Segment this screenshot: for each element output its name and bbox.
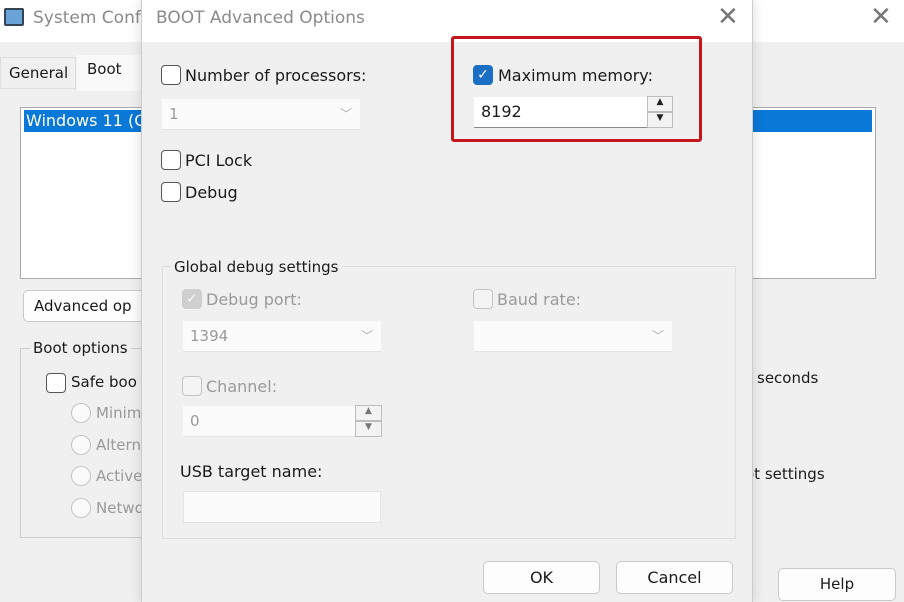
background-window-title: System Conf (33, 8, 141, 28)
dialog-title: BOOT Advanced Options (156, 8, 365, 28)
num-processors-label: Number of processors: (185, 66, 367, 85)
baud-rate-select[interactable]: ﹀ (474, 321, 672, 352)
boot-entry-label: Windows 11 (C (26, 111, 146, 130)
chevron-down-icon: ﹀ (651, 329, 664, 343)
max-memory-checkbox[interactable]: ✓ (473, 65, 493, 85)
debug-port-value: 1394 (190, 327, 229, 345)
baud-rate-label: Baud rate: (497, 290, 582, 309)
max-memory-up-button[interactable]: ▲ (647, 96, 673, 112)
debug-label: Debug (185, 183, 238, 202)
num-processors-checkbox[interactable] (161, 65, 181, 85)
radio-network-label: Netwo (96, 499, 144, 517)
pci-lock-label: PCI Lock (185, 151, 253, 170)
radio-alternate-label: Altern (96, 436, 141, 454)
radio-active-label: Active (96, 467, 143, 485)
channel-down-button[interactable]: ▼ (355, 421, 382, 437)
chevron-down-icon: ﹀ (339, 107, 352, 121)
channel-label: Channel: (206, 377, 278, 396)
seconds-label: seconds (757, 369, 819, 387)
system-config-icon (4, 8, 24, 26)
cancel-button[interactable]: Cancel (616, 561, 733, 594)
usb-target-input[interactable] (183, 491, 381, 523)
baud-rate-checkbox[interactable] (473, 289, 493, 309)
safe-boot-checkbox[interactable] (46, 373, 66, 393)
debug-checkbox[interactable] (161, 182, 181, 202)
radio-alternate[interactable] (71, 435, 91, 455)
background-close-icon[interactable]: ✕ (870, 2, 892, 32)
advanced-options-dialog: BOOT Advanced Options ✕ Number of proces… (141, 0, 753, 602)
boot-options-label: Boot options (30, 339, 131, 357)
tab-boot[interactable]: Boot (77, 55, 143, 91)
usb-target-label: USB target name: (180, 462, 323, 481)
radio-active[interactable] (71, 466, 91, 486)
tab-general[interactable]: General (0, 57, 76, 89)
advanced-options-button[interactable]: Advanced op (23, 290, 153, 322)
max-memory-down-button[interactable]: ▼ (647, 112, 673, 128)
max-memory-label: Maximum memory: (498, 66, 653, 85)
help-button[interactable]: Help (778, 568, 896, 601)
num-processors-value: 1 (169, 105, 179, 123)
max-memory-input[interactable]: 8192 (474, 97, 647, 128)
debug-port-label: Debug port: (206, 290, 302, 309)
channel-input[interactable]: 0 (183, 406, 355, 437)
chevron-down-icon: ﹀ (360, 329, 373, 343)
dialog-close-icon[interactable]: ✕ (717, 2, 739, 32)
channel-checkbox[interactable] (182, 376, 202, 396)
channel-up-button[interactable]: ▲ (355, 405, 382, 421)
safe-boot-label: Safe boo (71, 373, 137, 391)
num-processors-select[interactable]: 1 ﹀ (162, 99, 360, 130)
debug-port-checkbox[interactable]: ✓ (182, 289, 202, 309)
global-debug-label: Global debug settings (171, 258, 342, 276)
radio-network[interactable] (71, 498, 91, 518)
debug-port-select[interactable]: 1394 ﹀ (183, 321, 381, 352)
boot-settings-label: ot settings (745, 465, 825, 483)
pci-lock-checkbox[interactable] (161, 150, 181, 170)
ok-button[interactable]: OK (483, 561, 600, 594)
radio-minimal[interactable] (71, 403, 91, 423)
